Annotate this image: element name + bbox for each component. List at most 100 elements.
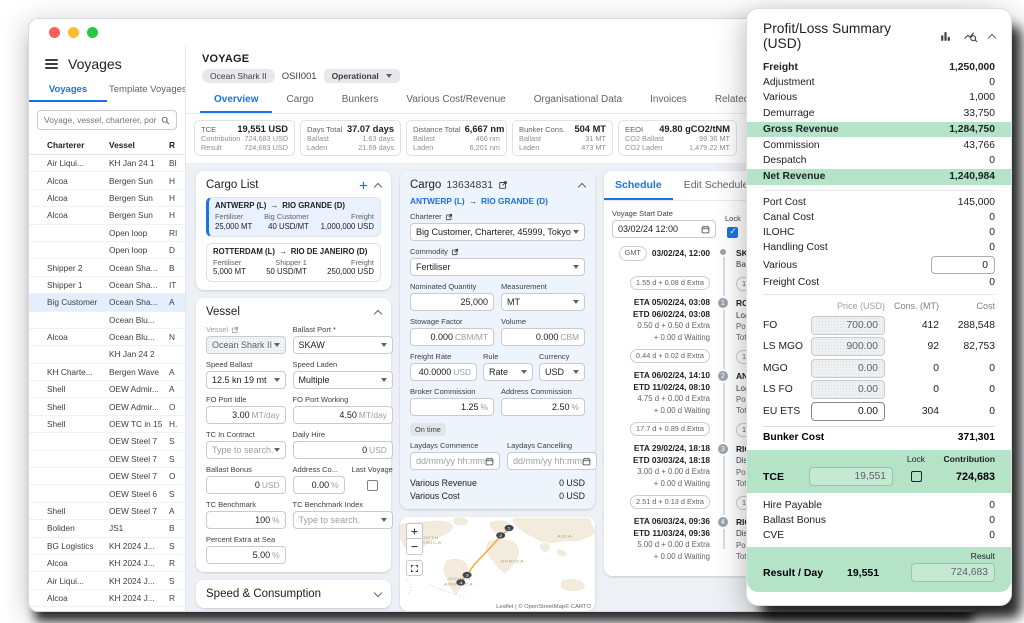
rule-select[interactable]: Rate [483, 363, 533, 381]
voyage-list-row[interactable]: ShellOEW Admir...O [29, 398, 185, 415]
external-link-icon[interactable] [445, 213, 453, 221]
nominated-quantity-field[interactable]: 25,000 [410, 293, 494, 311]
bar-chart-icon[interactable] [939, 30, 952, 43]
voyage-list-row[interactable]: ShellOEW Admir...A [29, 381, 185, 398]
currency-select[interactable]: USD [539, 363, 585, 381]
cargo-list-item[interactable]: ROTTERDAM (L)→RIO DE JANEIRO (D)Fertilis… [206, 243, 381, 283]
tab-various-cost-revenue[interactable]: Various Cost/Revenue [392, 88, 519, 113]
hamburger-menu-icon[interactable] [45, 59, 58, 69]
add-cargo-icon[interactable] [358, 180, 369, 191]
voyage-list-row[interactable]: Ocean Blu... [29, 312, 185, 329]
voyage-list-row[interactable]: Open loopD [29, 242, 185, 259]
chevron-down-icon[interactable] [374, 589, 382, 597]
voyage-list-row[interactable]: Air Liqui...KH 2024 J...S [29, 572, 185, 589]
collapse-icon[interactable] [988, 33, 996, 41]
map-zoom-out-button[interactable] [406, 539, 423, 555]
address-commission-field[interactable]: 0.00% [293, 476, 345, 494]
status-dropdown[interactable]: Operational [324, 69, 400, 83]
address-commission-field[interactable]: 2.50% [501, 398, 585, 416]
speed-laden-select[interactable]: Multiple [293, 371, 393, 389]
daily-hire-field[interactable]: 0USD [293, 441, 393, 459]
voyage-list-row[interactable]: KH Jan 24 2 [29, 346, 185, 363]
tab-invoices[interactable]: Invoices [636, 88, 701, 113]
map-fullscreen-button[interactable] [406, 560, 423, 576]
broker-commission-field[interactable]: 1.25% [410, 398, 494, 416]
map-marker-4[interactable]: 4 [459, 581, 462, 586]
laydays-commence-field[interactable]: dd/mm/yy hh:mm [410, 452, 500, 470]
tce-lock-checkbox[interactable] [911, 471, 922, 482]
voyage-list-row[interactable]: AlcoaOcean Blu...N [29, 329, 185, 346]
voyage-list-row[interactable]: BG LogisticsKH 2024 J...S [29, 538, 185, 555]
tab-cargo[interactable]: Cargo [272, 88, 327, 113]
collapse-icon[interactable] [374, 182, 382, 190]
calendar-icon[interactable] [582, 457, 591, 466]
trend-analysis-icon[interactable] [963, 30, 978, 43]
voyage-search-input[interactable] [44, 115, 157, 125]
map-marker-1[interactable]: 1 [507, 526, 510, 531]
voyage-list-row[interactable]: Open loopRI [29, 225, 185, 242]
map-marker-2[interactable]: 2 [499, 534, 502, 539]
commodity-select[interactable]: Fertiliser [410, 258, 585, 276]
voyage-list-row[interactable]: BolidenJS1B [29, 520, 185, 537]
voyage-list-row[interactable]: ShellOEW TC in 15H. [29, 416, 185, 433]
result-input[interactable]: 724,683 [911, 563, 995, 582]
voyage-list-row[interactable]: KH Charte...Bergen WaveA [29, 364, 185, 381]
tab-bunkers[interactable]: Bunkers [328, 88, 393, 113]
percent-extra-field[interactable]: 5.00% [206, 546, 286, 564]
load-port-link[interactable]: ANTWERP (L) [410, 196, 465, 206]
voyage-search-box[interactable] [37, 110, 177, 130]
tc-in-contract-select[interactable]: Type to search. [206, 441, 286, 459]
stowage-factor-field[interactable]: 0.000CBM/MT [410, 328, 494, 346]
sidebar-tab-template-voyages[interactable]: Template Voyages [107, 78, 185, 102]
freight-rate-field[interactable]: 40.0000USD [410, 363, 477, 381]
map-zoom-in-button[interactable] [406, 523, 423, 539]
calendar-icon[interactable] [701, 225, 710, 234]
voyage-start-date-field[interactable]: 03/02/24 12:00 [612, 220, 716, 238]
bunker-price-input[interactable]: 0.00 [811, 402, 885, 421]
voyage-list-row[interactable]: ShellOEW Steel 7A [29, 503, 185, 520]
speed-consumption-panel[interactable]: Speed & Consumption [196, 580, 391, 608]
discharge-port-link[interactable]: RIO GRANDE (D) [481, 196, 548, 206]
tce-input[interactable]: 19,551 [809, 467, 893, 486]
external-link-icon[interactable] [451, 248, 459, 256]
voyage-list-row[interactable]: AlcoaBergen SunH [29, 172, 185, 189]
tab-organisational-data[interactable]: Organisational Data [520, 88, 636, 113]
map-attribution[interactable]: Leaflet | © OpenStreetMap© CARTO [494, 604, 593, 610]
voyage-list-row[interactable]: Big CustomerOcean Sha...A [29, 294, 185, 311]
voyage-list-row[interactable]: AlcoaBergen SunH [29, 190, 185, 207]
tab-overview[interactable]: Overview [200, 88, 272, 113]
schedule-tab-schedule[interactable]: Schedule [604, 171, 673, 200]
map-marker-3[interactable]: 3 [465, 573, 468, 578]
cargo-list-item[interactable]: ANTWERP (L)→RIO GRANDE (D)Fertiliser25,0… [206, 197, 381, 237]
measurement-select[interactable]: MT [501, 293, 585, 311]
pl-various-input[interactable]: 0 [931, 256, 995, 274]
charterer-select[interactable]: Big Customer, Charterer, 45999, Tokyo [410, 223, 585, 241]
zoom-window-icon[interactable] [87, 27, 98, 38]
ballast-port-select[interactable]: SKAW [293, 336, 393, 354]
close-window-icon[interactable] [49, 27, 60, 38]
voyage-list-row[interactable]: OEW Steel 7O [29, 468, 185, 485]
minimize-window-icon[interactable] [68, 27, 79, 38]
collapse-icon[interactable] [374, 309, 382, 317]
voyage-list-row[interactable]: OEW Steel 7S [29, 433, 185, 450]
ballast-bonus-field[interactable]: 0USD [206, 476, 286, 494]
last-voyage-checkbox[interactable] [367, 480, 378, 491]
voyage-list-row[interactable]: Air Liqui...KH Jan 24 1BI [29, 155, 185, 172]
route-map[interactable]: NORTH AMERICA SOUTH AMERICA AFRICA ASIA … [400, 517, 595, 611]
tc-benchmark-field[interactable]: 100% [206, 511, 286, 529]
voyage-list-row[interactable]: AlcoaBergen SunH [29, 207, 185, 224]
collapse-icon[interactable] [578, 182, 586, 190]
voyage-list-row[interactable]: OEW Steel 6S [29, 485, 185, 502]
voyage-list-row[interactable]: AlcoaKH 2024 J...R [29, 590, 185, 607]
voyage-list-row[interactable]: OEW Steel 7S [29, 451, 185, 468]
external-link-icon[interactable] [231, 326, 239, 334]
schedule-lock-checkbox[interactable] [727, 227, 738, 238]
vessel-select[interactable]: Ocean Shark II [206, 336, 286, 354]
speed-ballast-select[interactable]: 12.5 kn 19 mt [206, 371, 286, 389]
fo-port-idle-field[interactable]: 3.00MT/day [206, 406, 286, 424]
external-link-icon[interactable] [498, 180, 508, 190]
sidebar-tab-voyages[interactable]: Voyages [29, 78, 107, 102]
voyage-list-row[interactable]: Shipper 1Ocean Sha...IT [29, 277, 185, 294]
laydays-cancelling-field[interactable]: dd/mm/yy hh:mm [507, 452, 597, 470]
tc-benchmark-index-select[interactable]: Type to search. [293, 511, 393, 529]
